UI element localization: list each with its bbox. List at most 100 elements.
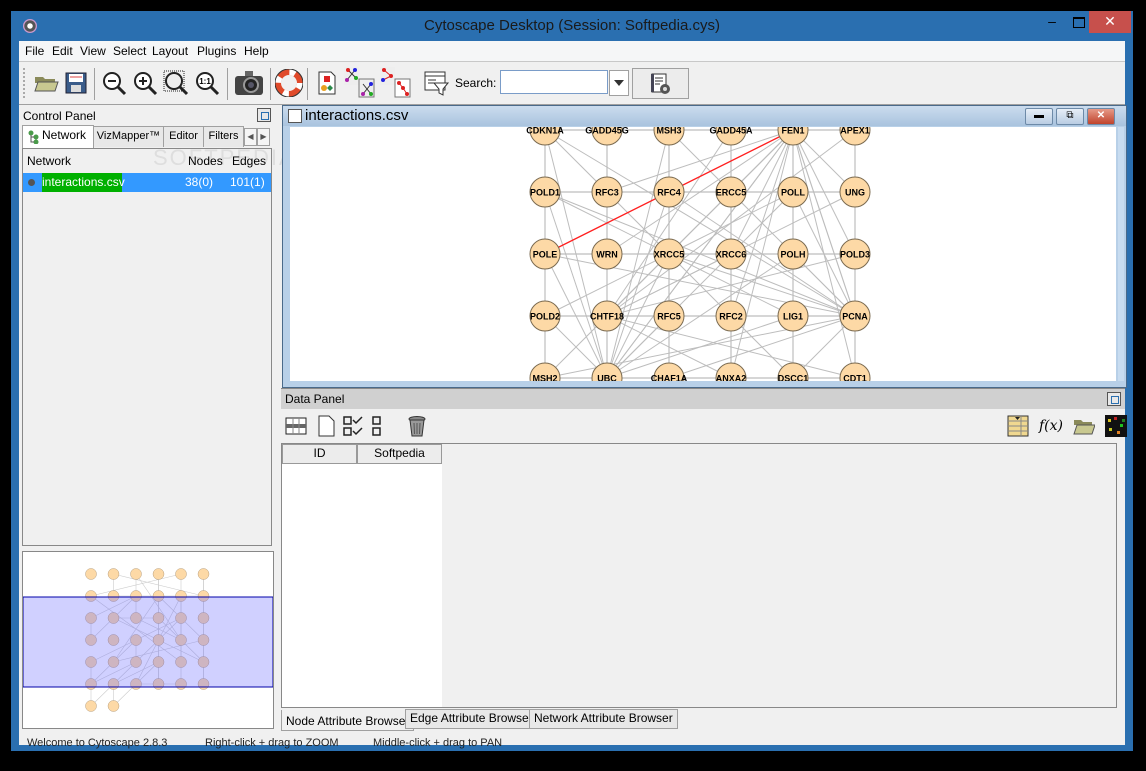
- select-all-icon[interactable]: [343, 415, 365, 437]
- search-input[interactable]: [500, 70, 608, 94]
- node-label: WRN: [596, 250, 618, 260]
- network-graph[interactable]: CDKN1A GADD45G MSH3 GADD45A FEN1 APEX1 POLD1 RF…: [290, 127, 1116, 381]
- tab-editor[interactable]: Editor: [163, 126, 204, 147]
- zoom-out-icon[interactable]: [100, 69, 128, 97]
- menu-help[interactable]: Help: [244, 44, 269, 58]
- network-node[interactable]: RFC3: [591, 176, 623, 208]
- tab-edge-attribute-browser[interactable]: Edge Attribute Browser: [405, 709, 538, 729]
- heatmap-icon[interactable]: [1105, 415, 1127, 437]
- zoom-in-icon[interactable]: [131, 69, 159, 97]
- overview-canvas[interactable]: [23, 552, 273, 728]
- network-node[interactable]: DSCC1: [777, 362, 809, 381]
- subnetwork-selected-icon[interactable]: [379, 66, 411, 98]
- network-node[interactable]: GADD45A: [709, 127, 753, 146]
- internal-restore-button[interactable]: ⧉: [1056, 108, 1084, 125]
- menu-file[interactable]: File: [25, 44, 44, 58]
- network-node[interactable]: RFC4: [653, 176, 685, 208]
- menu-view[interactable]: View: [80, 44, 106, 58]
- network-node[interactable]: XRCC6: [715, 238, 747, 270]
- network-node[interactable]: POLE: [529, 238, 561, 270]
- tab-network[interactable]: Network: [22, 125, 94, 148]
- float-panel-icon[interactable]: [1107, 392, 1121, 406]
- network-overview[interactable]: [22, 551, 274, 729]
- network-node[interactable]: POLD3: [839, 238, 871, 270]
- subnetwork-all-icon[interactable]: [343, 66, 375, 98]
- folder-open-icon[interactable]: [32, 69, 60, 97]
- network-vertical-scrollbar[interactable]: [1118, 127, 1124, 381]
- network-name[interactable]: interactions.csv: [42, 173, 125, 192]
- network-node[interactable]: RFC2: [715, 300, 747, 332]
- network-node[interactable]: MSH2: [529, 362, 561, 381]
- tab-vizmapper[interactable]: VizMapper™: [93, 126, 164, 147]
- menu-select[interactable]: Select: [113, 44, 146, 58]
- column-network[interactable]: Network: [27, 154, 71, 168]
- toolbar-grip[interactable]: [23, 68, 27, 98]
- network-node[interactable]: MSH3: [653, 127, 685, 146]
- zoom-fit-icon[interactable]: 1:1: [193, 69, 221, 97]
- network-node[interactable]: POLL: [777, 176, 809, 208]
- network-node[interactable]: POLH: [777, 238, 809, 270]
- tab-filters[interactable]: Filters: [203, 126, 244, 147]
- network-node[interactable]: ERCC5: [715, 176, 747, 208]
- tab-network-attribute-browser[interactable]: Network Attribute Browser: [529, 709, 678, 729]
- new-attribute-icon[interactable]: [315, 415, 337, 437]
- column-edges[interactable]: Edges: [232, 154, 266, 168]
- menu-layout[interactable]: Layout: [152, 44, 188, 58]
- network-node[interactable]: POLD2: [529, 300, 561, 332]
- network-node[interactable]: UNG: [839, 176, 871, 208]
- edge[interactable]: [606, 129, 794, 193]
- network-node[interactable]: APEX1: [839, 127, 871, 146]
- network-node[interactable]: ANXA2: [715, 362, 747, 381]
- network-canvas[interactable]: CDKN1A GADD45G MSH3 GADD45A FEN1 APEX1 POLD1 RF…: [290, 127, 1116, 381]
- network-node[interactable]: CHTF18: [590, 300, 624, 332]
- lifebuoy-icon[interactable]: [275, 69, 303, 97]
- select-attributes-icon[interactable]: [285, 415, 307, 437]
- network-node[interactable]: PCNA: [839, 300, 871, 332]
- network-row[interactable]: interactions.csv 38(0) 101(1): [23, 173, 271, 192]
- tab-scroll-right-icon[interactable]: ▶: [257, 128, 270, 146]
- open-folder-icon[interactable]: [1073, 415, 1095, 437]
- edge[interactable]: [792, 129, 856, 317]
- camera-icon[interactable]: [233, 69, 265, 97]
- float-panel-icon[interactable]: [257, 108, 271, 122]
- delete-attribute-icon[interactable]: [406, 415, 428, 437]
- function-icon[interactable]: f(x): [1039, 418, 1063, 440]
- tab-scroll-left-icon[interactable]: ◀: [244, 128, 257, 146]
- column-softpedia[interactable]: Softpedia: [357, 444, 442, 464]
- overview-viewport[interactable]: [23, 596, 273, 688]
- menu-plugins[interactable]: Plugins: [197, 44, 236, 58]
- network-node[interactable]: WRN: [591, 238, 623, 270]
- network-node[interactable]: FEN1: [777, 127, 809, 146]
- network-node[interactable]: GADD45G: [585, 127, 629, 146]
- internal-minimize-button[interactable]: ▬: [1025, 108, 1053, 125]
- maximize-button[interactable]: [1067, 11, 1091, 33]
- network-node[interactable]: CHAF1A: [651, 362, 688, 381]
- network-node[interactable]: LIG1: [777, 300, 809, 332]
- search-options-button[interactable]: [632, 68, 689, 99]
- import-table-icon[interactable]: [1007, 415, 1029, 437]
- floppy-disk-icon[interactable]: [62, 69, 90, 97]
- zoom-selected-icon[interactable]: [162, 69, 190, 97]
- network-node[interactable]: POLD1: [529, 176, 561, 208]
- filter-icon[interactable]: [422, 69, 450, 97]
- network-node[interactable]: XRCC5: [653, 238, 685, 270]
- tab-node-attribute-browser[interactable]: Node Attribute Browser: [281, 710, 415, 731]
- edge[interactable]: [544, 191, 608, 379]
- deselect-all-icon[interactable]: [369, 415, 391, 437]
- edge[interactable]: [730, 129, 794, 317]
- column-nodes[interactable]: Nodes: [188, 154, 223, 168]
- vizmapper-icon[interactable]: [313, 69, 341, 97]
- network-node[interactable]: RFC5: [653, 300, 685, 332]
- network-view-titlebar[interactable]: interactions.csv ▬ ⧉ ✕: [283, 106, 1126, 126]
- search-dropdown-button[interactable]: [609, 70, 629, 96]
- network-node[interactable]: CDKN1A: [526, 127, 564, 146]
- attribute-table-body[interactable]: [282, 464, 442, 707]
- minimize-button[interactable]: –: [1040, 11, 1064, 33]
- edge[interactable]: [668, 253, 856, 317]
- column-id[interactable]: ID: [282, 444, 357, 464]
- menu-edit[interactable]: Edit: [52, 44, 73, 58]
- close-button[interactable]: ✕: [1089, 11, 1131, 33]
- network-node[interactable]: CDT1: [839, 362, 871, 381]
- internal-close-button[interactable]: ✕: [1087, 108, 1115, 125]
- network-node[interactable]: UBC: [591, 362, 623, 381]
